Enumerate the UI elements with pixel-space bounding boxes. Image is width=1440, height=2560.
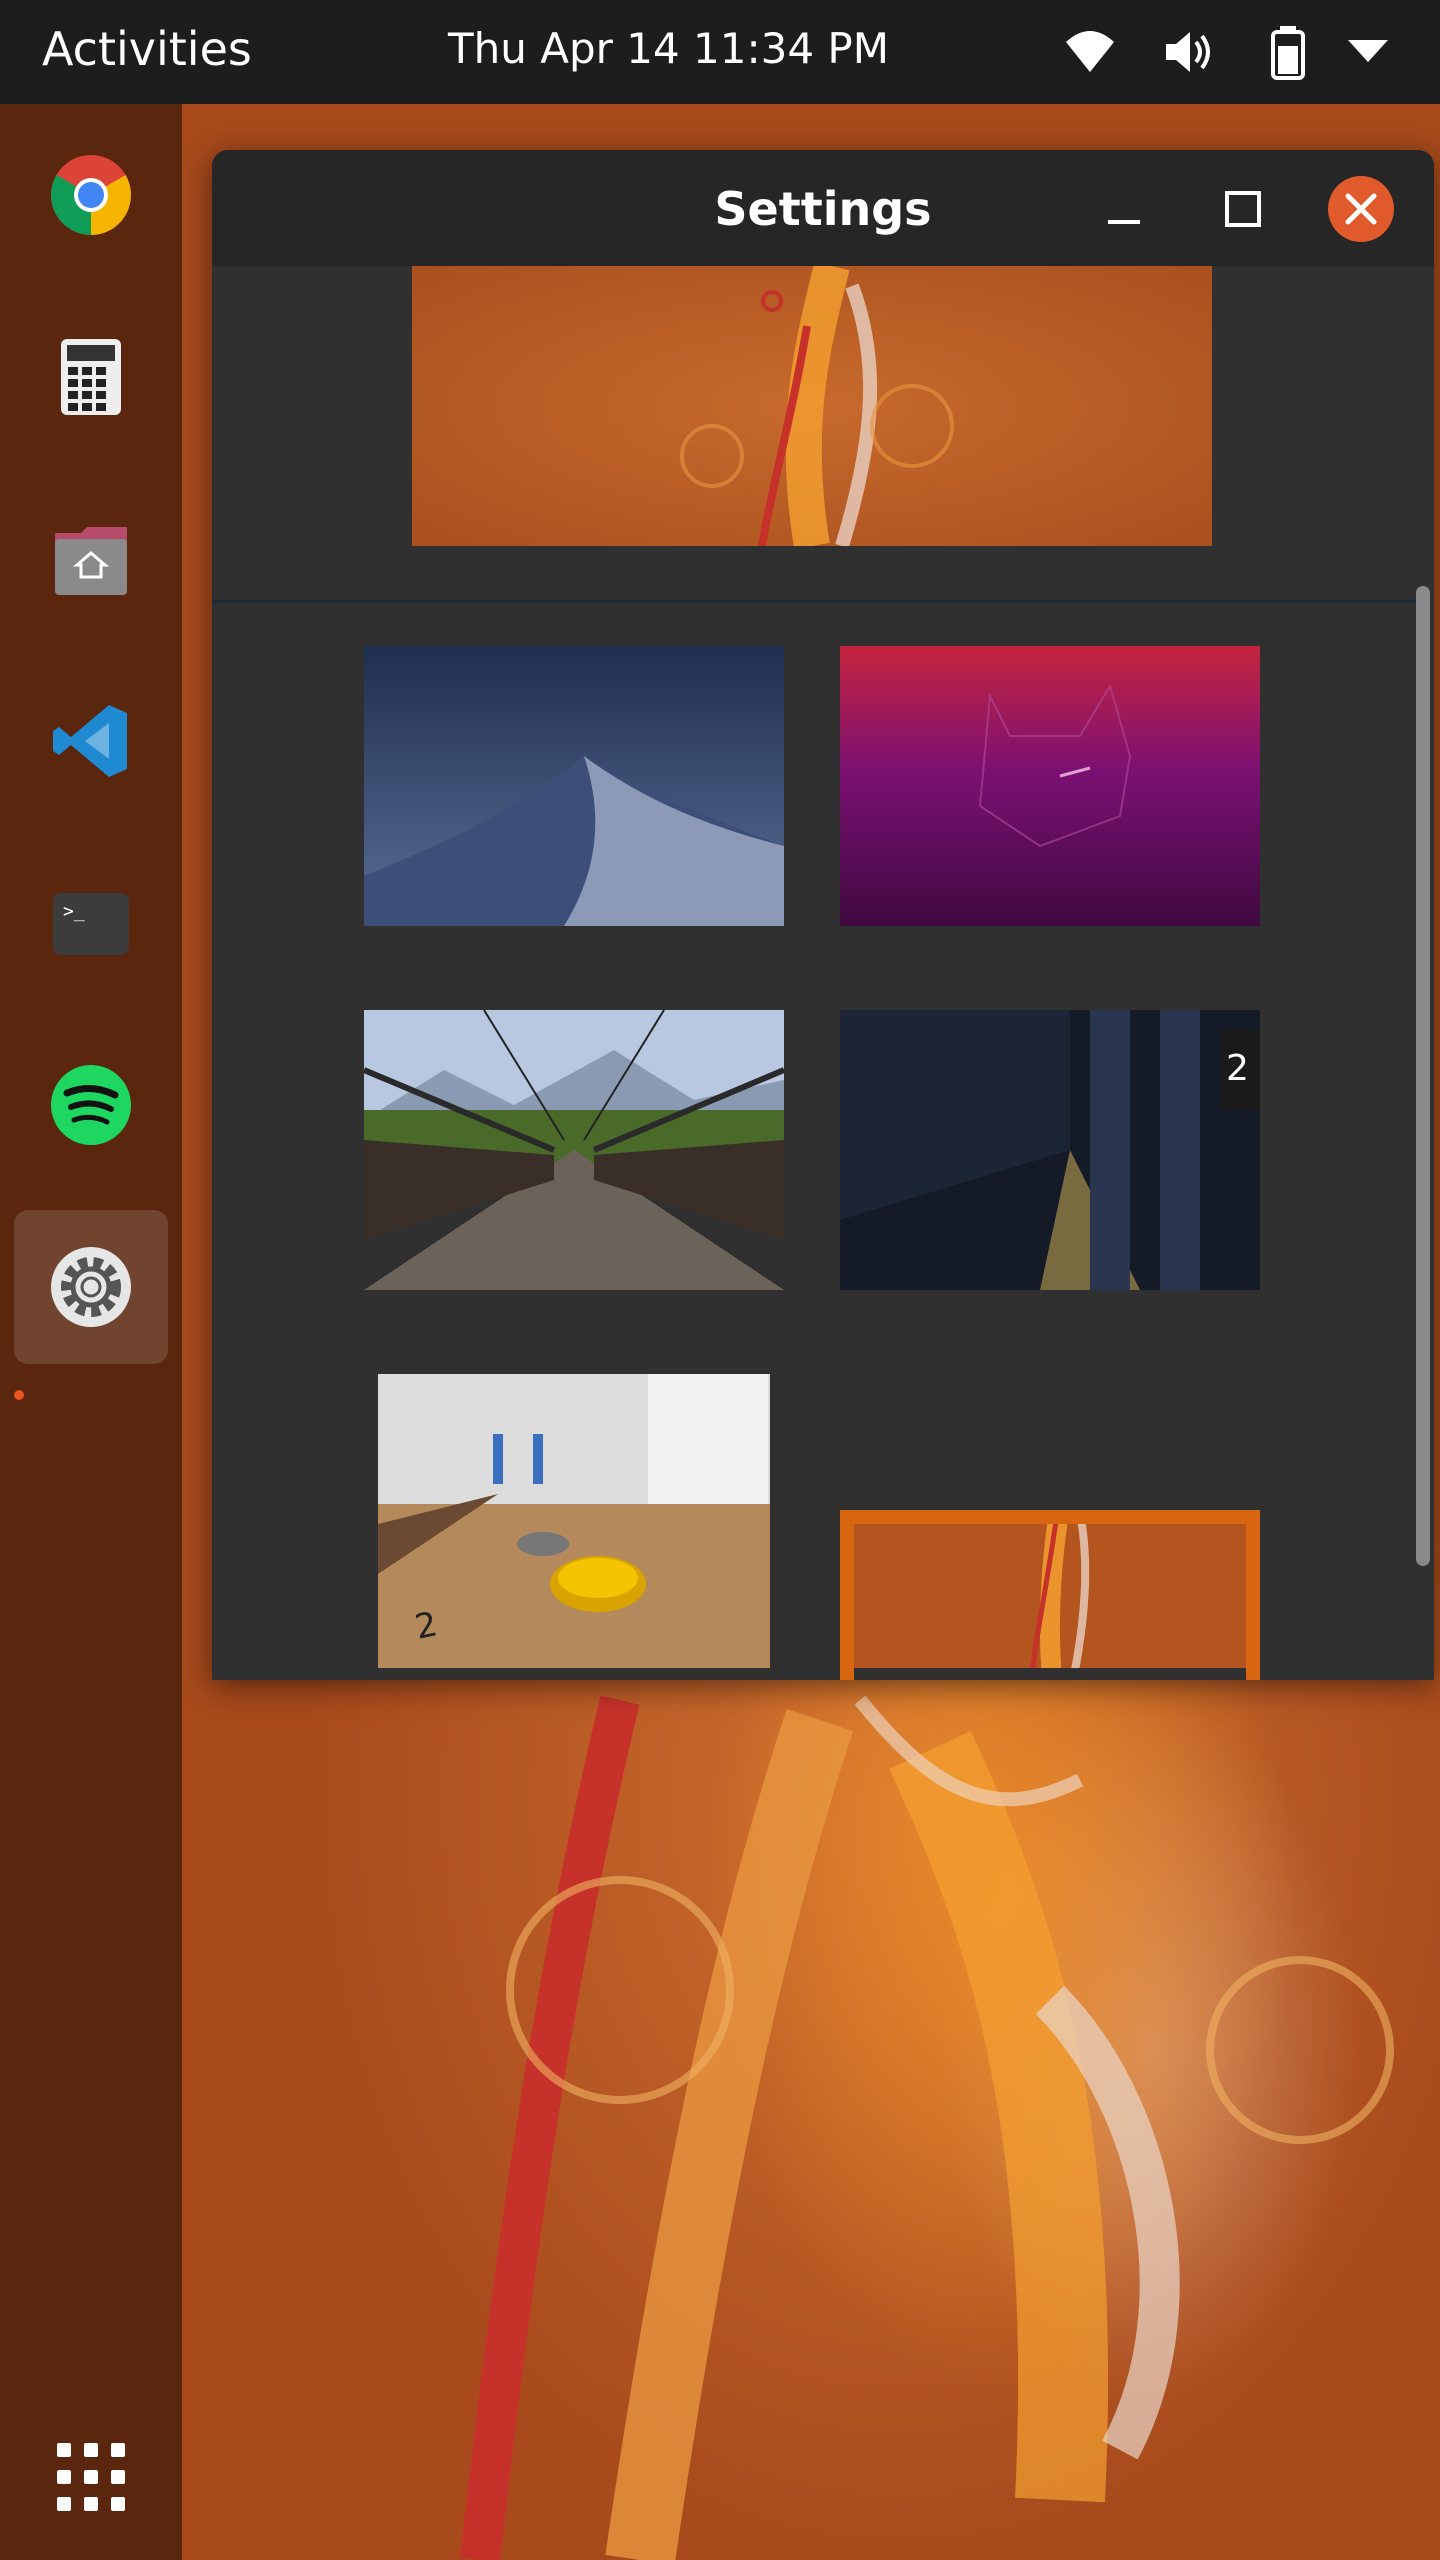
wallpaper-thumb-desert-dunes[interactable] [364, 646, 784, 926]
content-scrollbar[interactable] [1416, 586, 1430, 1566]
dock-item-show-apps[interactable] [14, 2400, 168, 2554]
dock: >_ [0, 104, 182, 2560]
dock-item-spotify[interactable] [14, 1028, 168, 1182]
vscode-icon [53, 705, 127, 777]
battery-icon[interactable] [1260, 24, 1316, 80]
wallpaper-thumb-shuffleboard[interactable]: 2 [378, 1374, 770, 1668]
background-settings-content: 2 2 [212, 261, 1434, 1680]
system-menu-chevron-icon[interactable] [1340, 24, 1396, 80]
volume-icon[interactable] [1160, 24, 1216, 80]
dock-item-files[interactable] [14, 482, 168, 636]
running-indicator [14, 1390, 24, 1400]
maximize-button[interactable] [1210, 176, 1276, 242]
terminal-icon: >_ [53, 893, 129, 955]
window-headerbar[interactable]: Settings [212, 150, 1434, 267]
top-bar: Activities Thu Apr 14 11:34 PM [0, 0, 1440, 104]
spotify-icon [51, 1065, 131, 1145]
dock-item-calculator[interactable] [14, 300, 168, 454]
activities-button[interactable]: Activities [42, 22, 252, 76]
minimize-icon [1108, 220, 1140, 224]
clock[interactable]: Thu Apr 14 11:34 PM [448, 24, 889, 73]
close-icon [1345, 193, 1377, 225]
settings-window: Settings 2 2 [212, 150, 1434, 1680]
close-button[interactable] [1328, 176, 1394, 242]
wallpaper-thumb-ubuntu-orange-bird[interactable] [840, 1510, 1260, 1680]
wallpaper-thumb-subway-station[interactable]: 2 [840, 1010, 1260, 1290]
svg-text:>_: >_ [63, 901, 85, 922]
dock-item-settings[interactable] [14, 1210, 168, 1364]
files-home-icon [55, 527, 127, 595]
dock-item-vscode[interactable] [14, 664, 168, 818]
wifi-icon[interactable] [1062, 24, 1118, 80]
calculator-icon [61, 339, 121, 415]
chrome-icon [51, 155, 131, 235]
minimize-button[interactable] [1090, 176, 1156, 242]
settings-gear-icon [51, 1247, 131, 1327]
section-divider [212, 600, 1418, 603]
maximize-icon [1225, 191, 1261, 227]
wallpaper-thumb-suspension-bridge[interactable] [364, 1010, 784, 1290]
svg-text:2: 2 [1226, 1048, 1249, 1089]
dock-item-terminal[interactable]: >_ [14, 846, 168, 1000]
dock-item-chrome[interactable] [14, 118, 168, 272]
show-apps-grid-icon [57, 2443, 125, 2511]
wallpaper-thumb-ubuntu-purple-cat[interactable] [840, 646, 1260, 926]
current-wallpaper-preview [412, 261, 1212, 549]
